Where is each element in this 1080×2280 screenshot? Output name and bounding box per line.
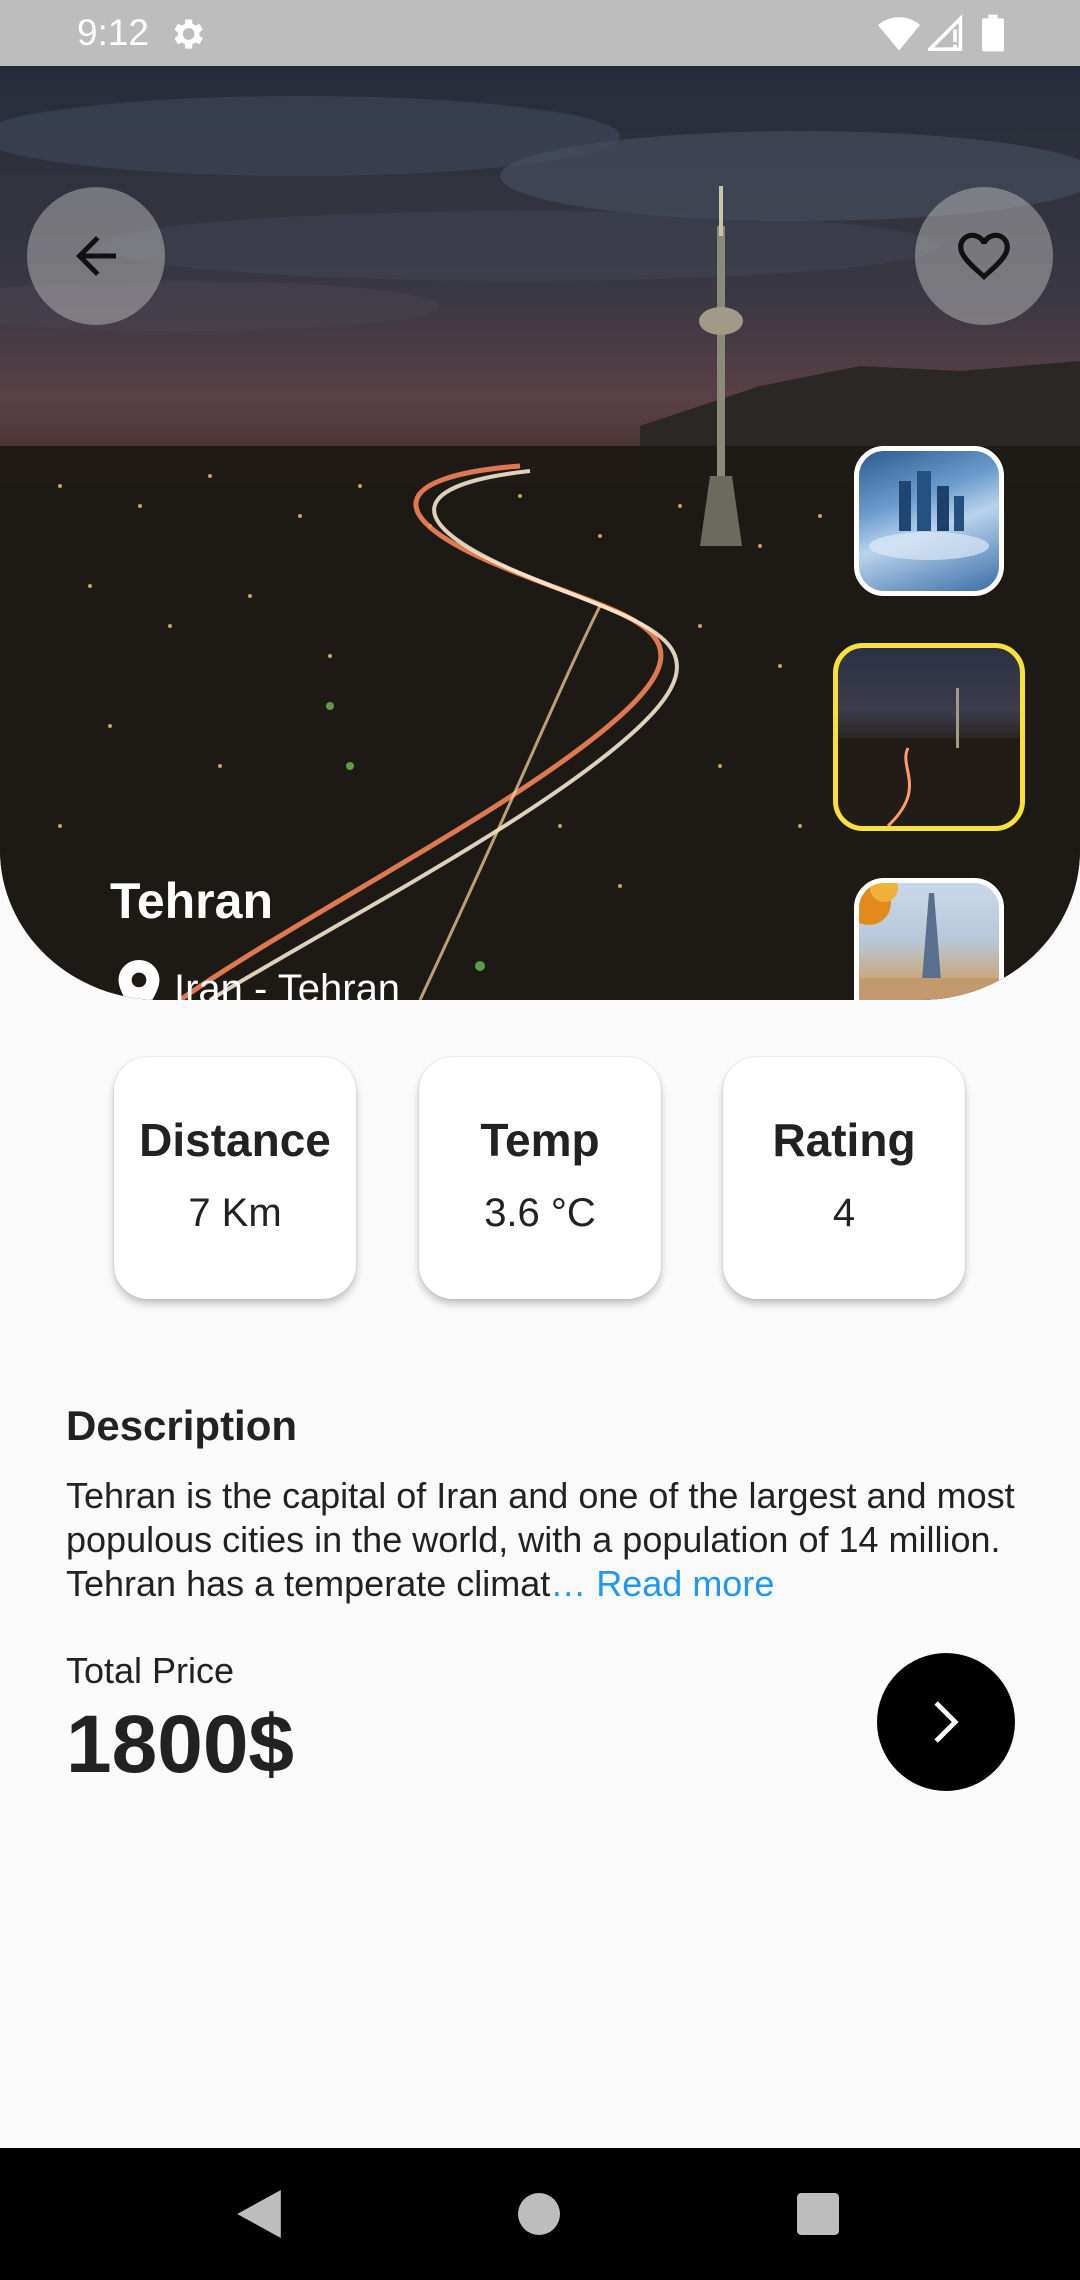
skyline-image xyxy=(869,471,989,560)
tehran-image xyxy=(838,688,1020,826)
system-nav-bar xyxy=(0,2148,1080,2280)
hero-image: Tehran Iran - Tehran xyxy=(0,66,1080,1000)
nav-home-icon[interactable] xyxy=(518,2193,560,2235)
stat-label: Distance xyxy=(139,1114,331,1166)
nav-recents-icon[interactable] xyxy=(797,2193,839,2235)
heart-outline-icon xyxy=(958,232,1010,281)
description-ellipsis: … xyxy=(550,1563,587,1604)
status-time: 9:12 xyxy=(77,12,150,53)
eiffel-image xyxy=(859,883,999,1000)
location-text: Iran - Tehran xyxy=(174,966,401,1001)
favorite-button[interactable] xyxy=(915,187,1053,325)
stat-label: Temp xyxy=(480,1114,600,1166)
stat-label: Rating xyxy=(772,1114,916,1166)
chevron-right-icon xyxy=(934,1701,959,1743)
city-skyline-thumbnail[interactable] xyxy=(854,446,1004,596)
stat-value: 7 Km xyxy=(188,1191,282,1235)
status-bar: 9:12 xyxy=(0,0,1080,66)
signal-icon xyxy=(928,14,963,51)
paris-eiffel-thumbnail[interactable] xyxy=(854,878,1004,1000)
rating-card: Rating 4 xyxy=(723,1057,965,1299)
location-pin-icon xyxy=(118,960,160,1000)
temp-card: Temp 3.6 °C xyxy=(419,1057,661,1299)
distance-card: Distance 7 Km xyxy=(114,1057,356,1299)
next-button[interactable] xyxy=(877,1653,1015,1791)
gear-icon xyxy=(174,19,203,49)
description-title: Description xyxy=(66,1402,298,1449)
arrow-left-icon xyxy=(76,236,116,276)
read-more-link[interactable]: Read more xyxy=(586,1563,774,1604)
tehran-night-thumbnail[interactable] xyxy=(833,643,1025,831)
description-text: Tehran is the capital of Iran and one of… xyxy=(66,1474,1026,1606)
screen: 9:12 Tehran Iran - Tehran Distance 7 Km … xyxy=(0,0,1080,2280)
nav-back-icon[interactable] xyxy=(236,2190,282,2238)
total-price-value: 1800$ xyxy=(66,1699,295,1790)
stat-value: 3.6 °C xyxy=(484,1191,596,1235)
place-title: Tehran xyxy=(110,873,273,929)
total-price-label: Total Price xyxy=(66,1650,235,1691)
stat-value: 4 xyxy=(832,1191,856,1235)
wifi-icon xyxy=(878,17,920,51)
battery-icon xyxy=(982,14,1004,52)
description-body: Tehran is the capital of Iran and one of… xyxy=(66,1475,1015,1604)
back-button[interactable] xyxy=(27,187,165,325)
place-location: Iran - Tehran xyxy=(118,960,400,1000)
